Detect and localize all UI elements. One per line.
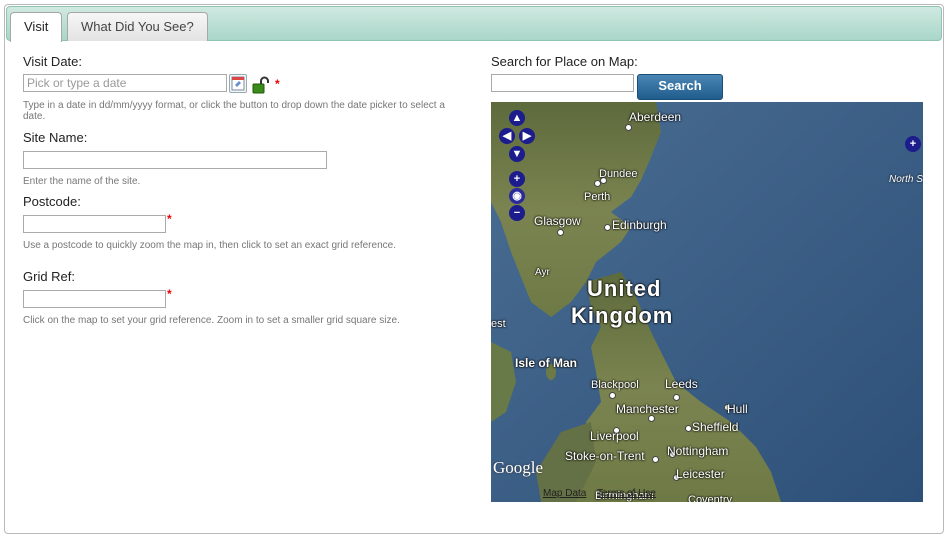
pan-left-button[interactable]: ◀ xyxy=(499,128,515,144)
required-marker: * xyxy=(167,287,172,301)
grid-ref-hint: Click on the map to set your grid refere… xyxy=(23,315,400,326)
tab-what-did-you-see[interactable]: What Did You See? xyxy=(67,12,208,41)
place-leicester: Leicester xyxy=(676,467,725,481)
grid-ref-label: Grid Ref: xyxy=(23,269,76,284)
place-isle-of-man: Isle of Man xyxy=(515,356,578,370)
pan-right-button[interactable]: ▶ xyxy=(519,128,535,144)
place-sheffield: Sheffield xyxy=(692,420,739,434)
place-glasgow: Glasgow xyxy=(534,214,581,228)
calendar-icon xyxy=(231,76,245,91)
place-ayr: Ayr xyxy=(535,267,550,278)
map-terrain xyxy=(491,102,923,502)
required-marker: * xyxy=(275,77,280,91)
visit-date-label: Visit Date: xyxy=(23,54,83,69)
postcode-label: Postcode: xyxy=(23,194,81,209)
visit-date-input[interactable] xyxy=(23,74,227,92)
google-logo: Google xyxy=(493,458,544,477)
place-aberdeen: Aberdeen xyxy=(629,110,682,124)
site-name-input[interactable] xyxy=(23,151,327,169)
place-nottingham: Nottingham xyxy=(667,444,729,458)
zoom-in-button[interactable]: + xyxy=(509,171,525,187)
place-dundee: Dundee xyxy=(599,168,638,180)
globe-icon[interactable]: ◉ xyxy=(509,188,525,204)
postcode-hint: Use a postcode to quickly zoom the map i… xyxy=(23,240,396,251)
search-button[interactable]: Search xyxy=(637,74,723,100)
country-label-line1: United xyxy=(587,276,662,301)
terms-of-use-link[interactable]: Terms of Use xyxy=(597,488,656,499)
tab-visit[interactable]: Visit xyxy=(10,12,63,42)
sea-label: North S xyxy=(889,174,923,185)
required-marker: * xyxy=(167,212,172,226)
place-blackpool: Blackpool xyxy=(591,379,639,391)
visit-date-hint: Type in a date in dd/mm/yyyy format, or … xyxy=(23,100,445,122)
place-liverpool: Liverpool xyxy=(590,429,639,443)
map-data-link[interactable]: Map Data xyxy=(543,488,586,499)
map-view[interactable]: North S Aberdeen Dundee Perth Glasgow Ed… xyxy=(491,102,923,502)
pan-up-button[interactable]: ▲ xyxy=(509,110,525,126)
place-hull: Hull xyxy=(727,402,748,416)
map-search-label: Search for Place on Map: xyxy=(491,54,638,69)
place-manchester: Manchester xyxy=(616,402,679,416)
site-name-label: Site Name: xyxy=(23,130,88,145)
layer-switcher-button[interactable]: + xyxy=(905,136,921,152)
place-east-fragment: est xyxy=(491,318,506,330)
place-leeds: Leeds xyxy=(665,377,698,391)
date-picker-button[interactable] xyxy=(229,74,247,93)
unlock-icon[interactable] xyxy=(252,76,270,94)
tab-bar: Visit What Did You See? xyxy=(6,6,942,42)
place-stoke: Stoke-on-Trent xyxy=(565,449,645,463)
pan-down-button[interactable]: ▼ xyxy=(509,146,525,162)
site-name-hint: Enter the name of the site. xyxy=(23,176,141,187)
zoom-out-button[interactable]: − xyxy=(509,205,525,221)
country-label-line2: Kingdom xyxy=(571,303,674,328)
place-perth: Perth xyxy=(584,191,611,203)
map-search-input[interactable] xyxy=(491,74,634,92)
grid-ref-input[interactable] xyxy=(23,290,166,308)
postcode-input[interactable] xyxy=(23,215,166,233)
place-coventry: Coventry xyxy=(688,494,733,502)
place-edinburgh: Edinburgh xyxy=(612,218,667,232)
